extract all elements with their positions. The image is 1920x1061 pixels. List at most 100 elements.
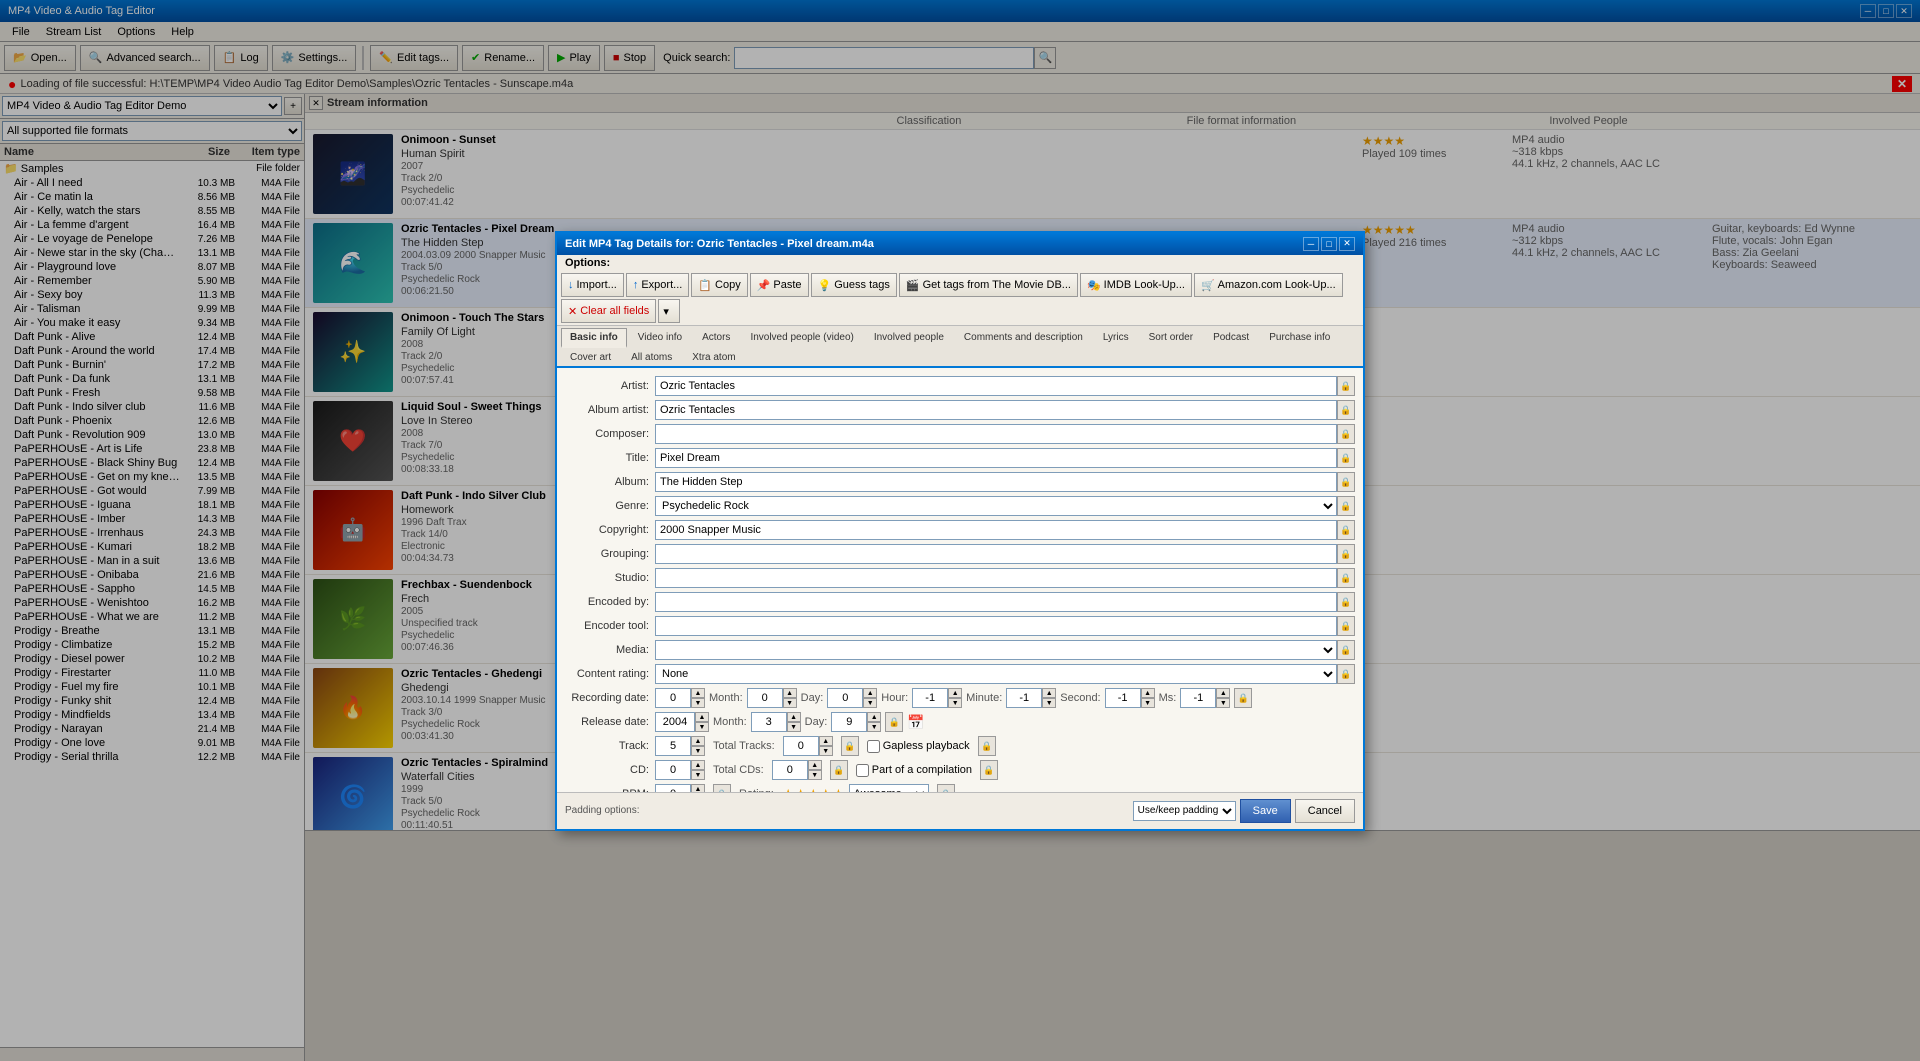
- rec-hour-down[interactable]: ▼: [948, 698, 962, 708]
- rec-minute-input[interactable]: [1006, 688, 1042, 708]
- rec-day-up[interactable]: ▲: [863, 688, 877, 698]
- rec-month-down[interactable]: ▼: [783, 698, 797, 708]
- copy-button[interactable]: 📋 Copy: [691, 273, 747, 297]
- rec-ms-down[interactable]: ▼: [1216, 698, 1230, 708]
- track-up[interactable]: ▲: [691, 736, 705, 746]
- tab-purchase-info[interactable]: Purchase info: [1260, 328, 1339, 346]
- title-input[interactable]: [655, 448, 1337, 468]
- rec-year-up[interactable]: ▲: [691, 688, 705, 698]
- tab-podcast[interactable]: Podcast: [1204, 328, 1258, 346]
- tab-video-info[interactable]: Video info: [629, 328, 691, 346]
- get-tags-movie-db-button[interactable]: 🎬 Get tags from The Movie DB...: [899, 273, 1078, 297]
- content-rating-lock-button[interactable]: 🔒: [1337, 664, 1355, 684]
- tab-actors[interactable]: Actors: [693, 328, 739, 346]
- grouping-lock-button[interactable]: 🔒: [1337, 544, 1355, 564]
- cd-down[interactable]: ▼: [691, 770, 705, 780]
- tab-involved-people-(video)[interactable]: Involved people (video): [741, 328, 862, 346]
- rec-second-up[interactable]: ▲: [1141, 688, 1155, 698]
- composer-lock-button[interactable]: 🔒: [1337, 424, 1355, 444]
- rec-year-down[interactable]: ▼: [691, 698, 705, 708]
- compilation-checkbox[interactable]: [856, 764, 869, 777]
- rec-day-down[interactable]: ▼: [863, 698, 877, 708]
- media-lock-button[interactable]: 🔒: [1337, 640, 1355, 660]
- title-lock-button[interactable]: 🔒: [1337, 448, 1355, 468]
- gapless-checkbox[interactable]: [867, 740, 880, 753]
- rec-month-input[interactable]: [747, 688, 783, 708]
- rel-year-input[interactable]: [655, 712, 695, 732]
- album-lock-button[interactable]: 🔒: [1337, 472, 1355, 492]
- save-button[interactable]: Save: [1240, 799, 1291, 823]
- cd-up[interactable]: ▲: [691, 760, 705, 770]
- rec-second-down[interactable]: ▼: [1141, 698, 1155, 708]
- genre-lock-button[interactable]: 🔒: [1337, 496, 1355, 516]
- export-button[interactable]: ↑ Export...: [626, 273, 689, 297]
- cancel-button[interactable]: Cancel: [1295, 799, 1355, 823]
- amazon-lookup-button[interactable]: 🛒 Amazon.com Look-Up...: [1194, 273, 1343, 297]
- composer-input[interactable]: [655, 424, 1337, 444]
- artist-input[interactable]: [655, 376, 1337, 396]
- modal-maximize-button[interactable]: □: [1321, 237, 1337, 251]
- rec-day-input[interactable]: [827, 688, 863, 708]
- encoder-tool-input[interactable]: [655, 616, 1337, 636]
- tab-all-atoms[interactable]: All atoms: [622, 348, 681, 366]
- encoded-by-input[interactable]: [655, 592, 1337, 612]
- tab-xtra-atom[interactable]: Xtra atom: [683, 348, 744, 366]
- rel-day-down[interactable]: ▼: [867, 722, 881, 732]
- genre-select[interactable]: Psychedelic Rock: [655, 496, 1337, 516]
- rec-minute-down[interactable]: ▼: [1042, 698, 1056, 708]
- total-cds-down[interactable]: ▼: [808, 770, 822, 780]
- cd-input[interactable]: [655, 760, 691, 780]
- tab-cover-art[interactable]: Cover art: [561, 348, 620, 366]
- tab-basic-info[interactable]: Basic info: [561, 328, 627, 348]
- content-rating-select[interactable]: None: [655, 664, 1337, 684]
- total-cds-up[interactable]: ▲: [808, 760, 822, 770]
- rel-year-down[interactable]: ▼: [695, 722, 709, 732]
- track-input[interactable]: [655, 736, 691, 756]
- gapless-lock-button[interactable]: 🔒: [978, 736, 996, 756]
- copyright-input[interactable]: [655, 520, 1337, 540]
- album-artist-lock-button[interactable]: 🔒: [1337, 400, 1355, 420]
- encoded-by-lock-button[interactable]: 🔒: [1337, 592, 1355, 612]
- rec-ms-input[interactable]: [1180, 688, 1216, 708]
- compilation-lock-button[interactable]: 🔒: [980, 760, 998, 780]
- media-select[interactable]: [655, 640, 1337, 660]
- bpm-lock-button[interactable]: 🔒: [713, 784, 731, 791]
- rating-lock-button[interactable]: 🔒: [937, 784, 955, 791]
- copyright-lock-button[interactable]: 🔒: [1337, 520, 1355, 540]
- tab-involved-people[interactable]: Involved people: [865, 328, 953, 346]
- rec-month-up[interactable]: ▲: [783, 688, 797, 698]
- modal-close-button[interactable]: ✕: [1339, 237, 1355, 251]
- rel-year-up[interactable]: ▲: [695, 712, 709, 722]
- album-artist-input[interactable]: [655, 400, 1337, 420]
- grouping-input[interactable]: [655, 544, 1337, 564]
- rel-date-lock-button[interactable]: 🔒: [885, 712, 903, 732]
- rec-ms-up[interactable]: ▲: [1216, 688, 1230, 698]
- studio-input[interactable]: [655, 568, 1337, 588]
- clear-all-fields-button[interactable]: ✕ Clear all fields: [561, 299, 656, 323]
- rel-day-up[interactable]: ▲: [867, 712, 881, 722]
- studio-lock-button[interactable]: 🔒: [1337, 568, 1355, 588]
- rec-second-input[interactable]: [1105, 688, 1141, 708]
- total-cds-input[interactable]: [772, 760, 808, 780]
- artist-lock-button[interactable]: 🔒: [1337, 376, 1355, 396]
- modal-minimize-button[interactable]: ─: [1303, 237, 1319, 251]
- rel-month-up[interactable]: ▲: [787, 712, 801, 722]
- bpm-up[interactable]: ▲: [691, 784, 705, 791]
- album-input[interactable]: [655, 472, 1337, 492]
- padding-options-select[interactable]: Use/keep padding: [1133, 801, 1236, 821]
- rec-hour-input[interactable]: [912, 688, 948, 708]
- total-tracks-up[interactable]: ▲: [819, 736, 833, 746]
- rel-month-input[interactable]: [751, 712, 787, 732]
- tab-lyrics[interactable]: Lyrics: [1094, 328, 1138, 346]
- rec-hour-up[interactable]: ▲: [948, 688, 962, 698]
- total-tracks-down[interactable]: ▼: [819, 746, 833, 756]
- track-lock-button[interactable]: 🔒: [841, 736, 859, 756]
- import-button[interactable]: ↓ Import...: [561, 273, 624, 297]
- rec-date-lock-button[interactable]: 🔒: [1234, 688, 1252, 708]
- rating-select[interactable]: Awesome: [849, 784, 929, 791]
- cd-lock-button[interactable]: 🔒: [830, 760, 848, 780]
- guess-tags-button[interactable]: 💡 Guess tags: [811, 273, 897, 297]
- bpm-input[interactable]: [655, 784, 691, 791]
- tab-sort-order[interactable]: Sort order: [1140, 328, 1202, 346]
- track-down[interactable]: ▼: [691, 746, 705, 756]
